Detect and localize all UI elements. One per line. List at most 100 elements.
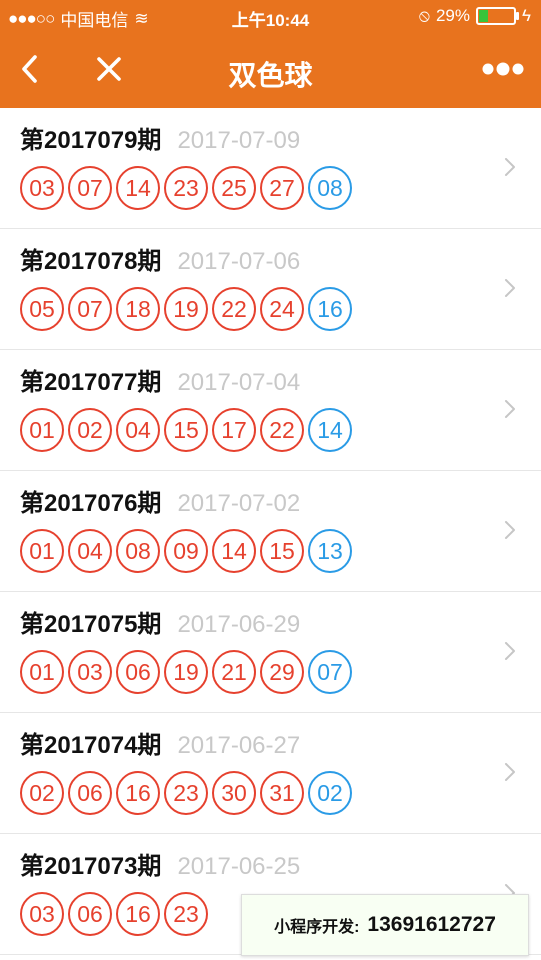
red-ball: 03 xyxy=(68,650,112,694)
navigation-bar: 双色球 xyxy=(0,36,541,108)
red-ball: 24 xyxy=(260,287,304,331)
blue-ball: 02 xyxy=(308,771,352,815)
chevron-right-icon xyxy=(505,763,515,781)
red-ball: 04 xyxy=(116,408,160,452)
status-bar: ●●●○○ 中国电信 ≋ 上午10:44 ⦸ 29% ϟ xyxy=(0,0,541,36)
red-ball: 06 xyxy=(116,650,160,694)
red-ball: 30 xyxy=(212,771,256,815)
draw-header: 第2017078期 2017-07-06 xyxy=(20,241,300,276)
red-ball: 23 xyxy=(164,771,208,815)
red-ball: 04 xyxy=(68,529,112,573)
red-ball: 31 xyxy=(260,771,304,815)
red-ball: 23 xyxy=(164,892,208,936)
red-ball: 02 xyxy=(68,408,112,452)
red-ball: 07 xyxy=(68,166,112,210)
draw-balls: 01 02 04 15 17 22 14 xyxy=(20,408,352,452)
red-ball: 15 xyxy=(164,408,208,452)
draw-row[interactable]: 第2017075期 2017-06-29 01 03 06 19 21 29 07 xyxy=(0,592,541,713)
red-ball: 19 xyxy=(164,650,208,694)
draw-row[interactable]: 第2017074期 2017-06-27 02 06 16 23 30 31 02 xyxy=(0,713,541,834)
red-ball: 09 xyxy=(164,529,208,573)
draw-date: 2017-07-06 xyxy=(177,248,301,275)
chevron-right-icon xyxy=(505,400,515,418)
red-ball: 23 xyxy=(164,166,208,210)
blue-ball: 13 xyxy=(308,529,352,573)
red-ball: 05 xyxy=(20,287,64,331)
draw-balls: 01 03 06 19 21 29 07 xyxy=(20,650,352,694)
red-ball: 27 xyxy=(260,166,304,210)
red-ball: 19 xyxy=(164,287,208,331)
draw-date: 2017-06-25 xyxy=(177,853,301,880)
developer-contact-label: 小程序开发: xyxy=(274,919,360,936)
red-ball: 16 xyxy=(116,892,160,936)
red-ball: 21 xyxy=(212,650,256,694)
red-ball: 08 xyxy=(116,529,160,573)
chevron-right-icon xyxy=(505,642,515,660)
draw-issue: 第2017074期 xyxy=(20,732,162,759)
draw-row[interactable]: 第2017079期 2017-07-09 03 07 14 23 25 27 08 xyxy=(0,108,541,229)
draw-header: 第2017075期 2017-06-29 xyxy=(20,604,300,639)
red-ball: 03 xyxy=(20,166,64,210)
blue-ball: 08 xyxy=(308,166,352,210)
red-ball: 16 xyxy=(116,771,160,815)
draw-issue: 第2017076期 xyxy=(20,490,162,517)
draw-row[interactable]: 第2017078期 2017-07-06 05 07 18 19 22 24 16 xyxy=(0,229,541,350)
draw-header: 第2017076期 2017-07-02 xyxy=(20,483,300,518)
red-ball: 25 xyxy=(212,166,256,210)
chevron-right-icon xyxy=(505,158,515,176)
draw-balls: 03 06 16 23 xyxy=(20,892,208,936)
draw-list: 第2017079期 2017-07-09 03 07 14 23 25 27 08 第201707… xyxy=(0,108,541,955)
red-ball: 07 xyxy=(68,287,112,331)
header: ●●●○○ 中国电信 ≋ 上午10:44 ⦸ 29% ϟ 双色球 xyxy=(0,0,541,108)
draw-date: 2017-07-04 xyxy=(177,369,301,396)
draw-issue: 第2017079期 xyxy=(20,127,162,154)
blue-ball: 14 xyxy=(308,408,352,452)
blue-ball: 07 xyxy=(308,650,352,694)
blue-ball: 16 xyxy=(308,287,352,331)
draw-date: 2017-06-27 xyxy=(177,732,301,759)
rotation-lock-icon: ⦸ xyxy=(418,6,430,25)
draw-balls: 02 06 16 23 30 31 02 xyxy=(20,771,352,815)
draw-date: 2017-07-02 xyxy=(177,490,301,517)
red-ball: 02 xyxy=(20,771,64,815)
red-ball: 22 xyxy=(260,408,304,452)
more-button[interactable] xyxy=(473,46,533,92)
red-ball: 01 xyxy=(20,408,64,452)
red-ball: 29 xyxy=(260,650,304,694)
draw-issue: 第2017073期 xyxy=(20,853,162,880)
red-ball: 06 xyxy=(68,892,112,936)
draw-header: 第2017077期 2017-07-04 xyxy=(20,362,300,397)
battery-icon xyxy=(476,7,519,25)
red-ball: 17 xyxy=(212,408,256,452)
draw-header: 第2017079期 2017-07-09 xyxy=(20,120,300,155)
draw-balls: 03 07 14 23 25 27 08 xyxy=(20,166,352,210)
red-ball: 14 xyxy=(212,529,256,573)
developer-contact-badge[interactable]: 小程序开发: 13691612727 xyxy=(241,894,529,956)
draw-issue: 第2017075期 xyxy=(20,611,162,638)
charging-icon: ϟ xyxy=(522,6,531,25)
developer-phone: 13691612727 xyxy=(367,913,496,936)
red-ball: 06 xyxy=(68,771,112,815)
draw-date: 2017-06-29 xyxy=(177,611,301,638)
battery-percent: 29% xyxy=(435,6,470,25)
draw-balls: 05 07 18 19 22 24 16 xyxy=(20,287,352,331)
red-ball: 03 xyxy=(20,892,64,936)
draw-balls: 01 04 08 09 14 15 13 xyxy=(20,529,352,573)
red-ball: 14 xyxy=(116,166,160,210)
chevron-right-icon xyxy=(505,521,515,539)
draw-row[interactable]: 第2017076期 2017-07-02 01 04 08 09 14 15 13 xyxy=(0,471,541,592)
draw-issue: 第2017077期 xyxy=(20,369,162,396)
draw-header: 第2017074期 2017-06-27 xyxy=(20,725,300,760)
more-dots-icon xyxy=(482,62,524,76)
page-title: 双色球 xyxy=(228,60,313,91)
draw-issue: 第2017078期 xyxy=(20,248,162,275)
red-ball: 15 xyxy=(260,529,304,573)
draw-header: 第2017073期 2017-06-25 xyxy=(20,846,300,881)
red-ball: 18 xyxy=(116,287,160,331)
red-ball: 01 xyxy=(20,650,64,694)
red-ball: 01 xyxy=(20,529,64,573)
red-ball: 22 xyxy=(212,287,256,331)
draw-row[interactable]: 第2017077期 2017-07-04 01 02 04 15 17 22 14 xyxy=(0,350,541,471)
draw-date: 2017-07-09 xyxy=(177,127,301,154)
chevron-right-icon xyxy=(505,279,515,297)
